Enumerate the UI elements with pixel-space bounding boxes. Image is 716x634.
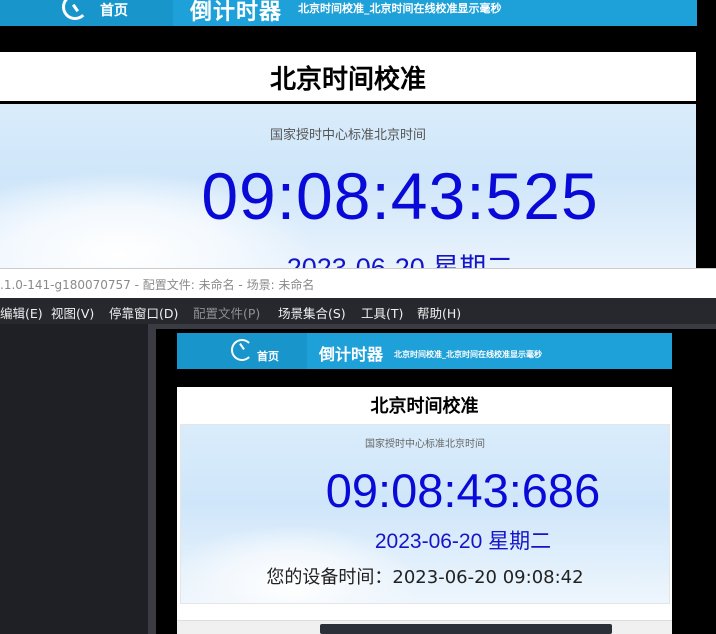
top-brand[interactable]: 倒计时器: [190, 0, 282, 26]
top-title-bar: 北京时间校准: [0, 52, 696, 101]
top-page-title: 北京时间校准: [269, 65, 426, 95]
menu-profile[interactable]: 配置文件(P): [193, 303, 260, 322]
top-beijing-time: 09:08:43:525: [201, 159, 599, 233]
preview-beijing-date: 2023-06-20 星期二: [374, 530, 552, 553]
menu-help[interactable]: 帮助(H): [417, 303, 461, 322]
preview-page-title: 北京时间校准: [370, 396, 479, 417]
top-tagline: 北京时间校准_北京时间在线校准显示毫秒: [298, 2, 502, 15]
preview-brand[interactable]: 倒计时器: [319, 341, 383, 365]
left-dock-panel: [0, 324, 148, 634]
preview-left-divider[interactable]: [148, 324, 156, 634]
preview-device-time: 您的设备时间：2023-06-20 09:08:42: [266, 567, 584, 588]
top-time-panel: 国家授时中心标准北京时间 09:08:43:525 2023-06-20 星期二: [0, 104, 696, 268]
app-menubar: 编辑(E) 视图(V) 停靠窗口(D) 配置文件(P) 场景集合(S) 工具(T…: [0, 298, 716, 324]
menu-tools[interactable]: 工具(T): [361, 303, 403, 322]
app-titlebar: .1.0-141-g180070757 - 配置文件: 未命名 - 场景: 未命…: [0, 268, 716, 298]
top-home-label[interactable]: 首页: [100, 0, 128, 20]
preview-tagline: 北京时间校准_北京时间在线校准显示毫秒: [394, 350, 542, 359]
preview-home-label[interactable]: 首页: [257, 348, 279, 364]
preview-top-divider: [148, 324, 716, 329]
app-window-title: .1.0-141-g180070757 - 配置文件: 未命名 - 场景: 未命…: [0, 278, 315, 292]
menu-scene-collection[interactable]: 场景集合(S): [278, 303, 346, 322]
menu-docks[interactable]: 停靠窗口(D): [109, 303, 178, 322]
menu-edit[interactable]: 编辑(E): [0, 303, 43, 322]
top-panel-header: 国家授时中心标准北京时间: [269, 128, 426, 143]
preview-ad-banner[interactable]: [320, 624, 612, 634]
preview-beijing-time: 09:08:43:686: [325, 464, 601, 517]
top-beijing-date: 2023-06-20 星期二: [286, 253, 514, 268]
preview-panel-header: 国家授时中心标准北京时间: [365, 439, 485, 450]
menu-view[interactable]: 视图(V): [51, 303, 94, 322]
top-browser-capture: 首页 倒计时器 北京时间校准_北京时间在线校准显示毫秒 北京时间校准 国家授时中…: [0, 0, 716, 268]
clock-icon: [231, 339, 253, 361]
